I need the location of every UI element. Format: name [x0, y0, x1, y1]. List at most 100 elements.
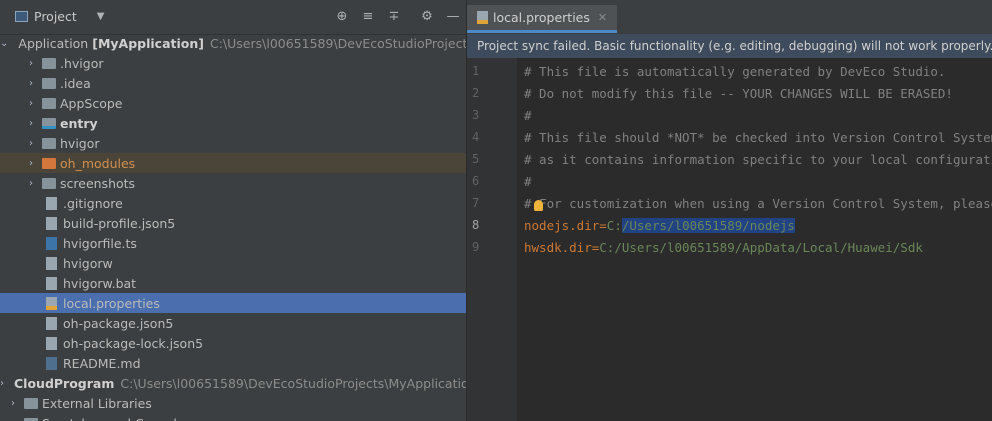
chevron-right-icon[interactable]: › [8, 398, 18, 409]
project-panel-header: Project ▼ ⊕ ≡ ∓ ⚙ — [0, 0, 466, 35]
tree-item-label: CloudProgram [14, 375, 115, 391]
editor-tab-bar: local.properties ✕ [467, 0, 992, 35]
minimize-icon[interactable]: — [445, 9, 461, 25]
tree-item-label: oh_modules [60, 155, 136, 171]
tree-item[interactable]: › screenshots [0, 173, 466, 193]
tree-item-label: entry [60, 115, 98, 131]
property-value: C:/Users/l00651589/AppData/Local/Huawei/… [599, 240, 923, 255]
lightbulb-icon[interactable] [534, 200, 543, 211]
line-number: 6 [472, 174, 480, 188]
module-folder-icon [42, 117, 56, 129]
tree-item-label: Application [18, 35, 89, 51]
gear-icon[interactable]: ⚙ [419, 9, 435, 25]
line-number: 4 [472, 130, 480, 144]
tree-item-label: AppScope [60, 95, 123, 111]
tree-item-label: hvigor [60, 135, 100, 151]
chevron-right-icon[interactable]: › [26, 138, 36, 149]
sync-failed-banner: Project sync failed. Basic functionality… [467, 34, 992, 58]
close-icon[interactable]: ✕ [598, 11, 607, 24]
code-line: # For customization when using a Version… [524, 196, 992, 211]
folder-icon [42, 157, 56, 169]
tree-item[interactable]: oh-package.json5 [0, 313, 466, 333]
collapse-all-icon[interactable]: ∓ [386, 9, 402, 25]
project-panel-title: Project [34, 9, 77, 24]
folder-icon [42, 137, 56, 149]
tree-item[interactable]: › hvigor [0, 133, 466, 153]
tree-item[interactable]: local.properties [0, 293, 466, 313]
tree-item[interactable]: hvigorw [0, 253, 466, 273]
line-number: 9 [472, 240, 480, 254]
chevron-down-icon[interactable]: ▼ [97, 11, 105, 22]
tree-item-label: Scratches and Consoles [42, 416, 191, 421]
tree-item-label: hvigorfile.ts [63, 235, 137, 251]
tree-item[interactable]: ⌄ Application [MyApplication] C:\Users\l006… [0, 33, 466, 53]
tree-item[interactable]: › .idea [0, 73, 466, 93]
code-editor[interactable]: # This file is automatically generated b… [517, 58, 992, 421]
chevron-right-icon[interactable]: › [26, 78, 36, 89]
tree-item-label: local.properties [63, 295, 160, 311]
line-number: 5 [472, 152, 480, 166]
project-view-selector[interactable]: Project ▼ [15, 9, 104, 24]
tree-item[interactable]: README.md [0, 353, 466, 373]
tree-item-path: C:\Users\l00651589\DevEcoStudioProjects\ [209, 35, 466, 51]
code-line: # as it contains information specific to… [524, 152, 992, 167]
file-icon [46, 336, 57, 350]
code-line: # [524, 174, 532, 189]
file-icon [46, 196, 57, 210]
properties-file-icon [46, 296, 57, 310]
property-value: C: [606, 218, 622, 233]
tree-item[interactable]: › External Libraries [0, 393, 466, 413]
typescript-file-icon [46, 236, 57, 250]
tree-item[interactable]: hvigorfile.ts [0, 233, 466, 253]
expand-all-icon[interactable]: ≡ [360, 9, 376, 25]
tree-item-path: C:\Users\l00651589\DevEcoStudioProjects\… [120, 375, 466, 391]
line-number: 2 [472, 86, 480, 100]
folder-icon [42, 177, 56, 189]
chevron-down-icon[interactable]: ⌄ [0, 38, 8, 49]
tree-item[interactable]: › entry [0, 113, 466, 133]
tree-item-label: hvigorw [63, 255, 113, 271]
tree-item[interactable]: build-profile.json5 [0, 213, 466, 233]
tree-item-label: .idea [60, 75, 91, 91]
line-number: 1 [472, 64, 480, 78]
chevron-right-icon[interactable]: › [0, 378, 4, 389]
code-line: # [524, 108, 532, 123]
folder-icon [42, 97, 56, 109]
chevron-right-icon[interactable]: › [26, 58, 36, 69]
tree-item[interactable]: › oh_modules [0, 153, 466, 173]
tree-item-label: External Libraries [42, 395, 152, 411]
library-icon [24, 397, 38, 409]
tree-item[interactable]: › AppScope [0, 93, 466, 113]
tree-item[interactable]: oh-package-lock.json5 [0, 333, 466, 353]
folder-icon [42, 77, 56, 89]
tree-item[interactable]: › CloudProgram C:\Users\l00651589\DevEcoSt… [0, 373, 466, 393]
chevron-right-icon[interactable]: › [26, 118, 36, 129]
locate-file-icon[interactable]: ⊕ [334, 9, 350, 25]
project-panel: Project ▼ ⊕ ≡ ∓ ⚙ — ⌄ Application [MyAppli… [0, 0, 466, 421]
file-icon [46, 256, 57, 270]
tree-item[interactable]: › .hvigor [0, 53, 466, 73]
tree-item[interactable]: .gitignore [0, 193, 466, 213]
tree-item-label: .hvigor [60, 55, 104, 71]
code-line: nodejs.dir=C:/Users/l00651589/nodejs [524, 218, 795, 233]
file-icon [46, 216, 57, 230]
chevron-right-icon[interactable]: › [26, 158, 36, 169]
file-icon [46, 316, 57, 330]
tree-item[interactable]: hvigorw.bat [0, 273, 466, 293]
tree-item-label: hvigorw.bat [63, 275, 137, 291]
properties-file-icon [477, 11, 488, 24]
tab-local-properties[interactable]: local.properties ✕ [467, 5, 618, 33]
chevron-right-icon[interactable]: › [26, 178, 36, 189]
tree-item[interactable]: › Scratches and Consoles [0, 413, 466, 421]
line-number: 8 [472, 218, 480, 232]
line-number: 3 [472, 108, 480, 122]
property-key: hwsdk.dir [524, 240, 592, 255]
tree-item-label: oh-package.json5 [63, 315, 174, 331]
code-line: # This file should *NOT* be checked into… [524, 130, 992, 145]
chevron-right-icon[interactable]: › [8, 418, 18, 421]
tree-item-label: README.md [63, 355, 141, 371]
folder-icon [42, 57, 56, 69]
code-line: hwsdk.dir=C:/Users/l00651589/AppData/Loc… [524, 240, 923, 255]
chevron-right-icon[interactable]: › [26, 98, 36, 109]
project-name-label: [MyApplication] [92, 35, 204, 51]
